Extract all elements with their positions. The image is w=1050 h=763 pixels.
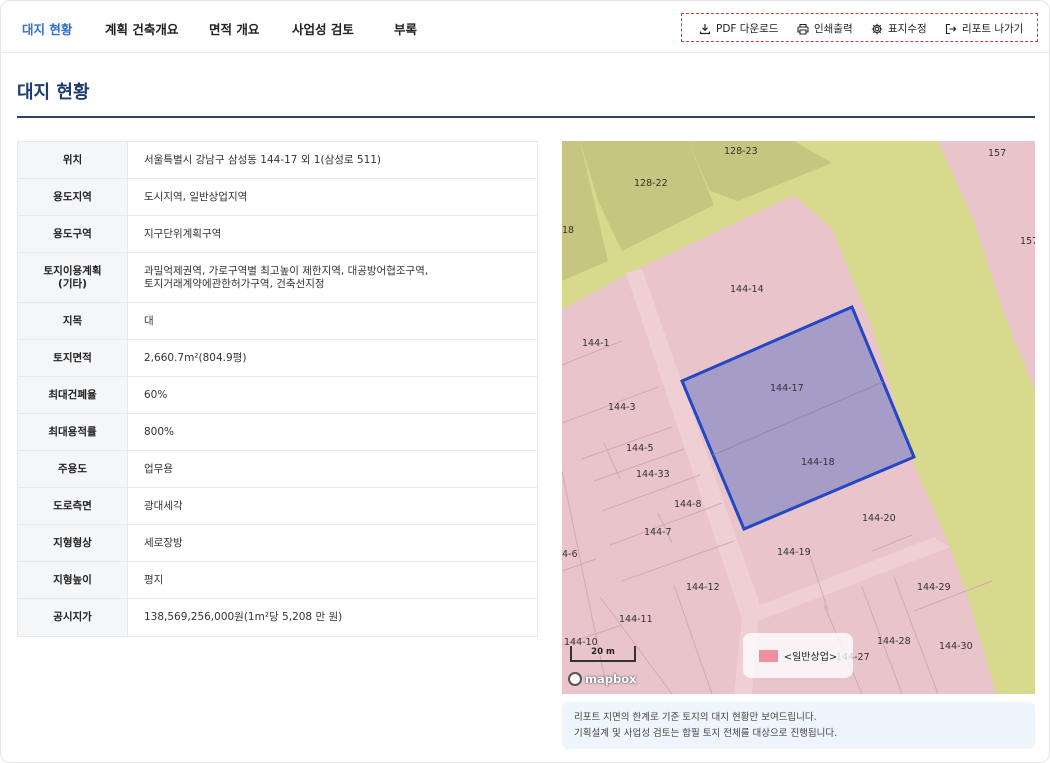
parcel-label: 18 xyxy=(562,225,574,236)
map-legend: <일반상업> xyxy=(743,633,853,678)
table-row: 용도지역 도시지역, 일반상업지역 xyxy=(18,179,537,216)
tab-feasibility[interactable]: 사업성 검토 xyxy=(292,19,354,38)
parcel-label: 144-20 xyxy=(862,513,896,524)
report-frame: 대지 현황 계획 건축개요 면적 개요 사업성 검토 부록 PDF 다운로드 인… xyxy=(0,0,1050,763)
pdf-download-label: PDF 다운로드 xyxy=(716,23,779,35)
row-value: 2,660.7m²(804.9평) xyxy=(144,351,247,364)
parcel-label: 144-8 xyxy=(674,499,702,510)
table-row: 최대용적률 800% xyxy=(18,414,537,451)
row-value: 광대세각 xyxy=(144,499,183,512)
row-value: 세로장방 xyxy=(144,536,183,549)
row-label: 주용도 xyxy=(18,451,128,487)
edit-cover-label: 표지수정 xyxy=(888,23,927,35)
legend-label: <일반상업> xyxy=(783,652,838,663)
exit-report-button[interactable]: 리포트 나가기 xyxy=(945,21,1023,36)
row-label: 지목 xyxy=(18,303,128,339)
row-value: 평지 xyxy=(144,573,164,586)
row-value: 138,569,256,000원(1m²당 5,208 만 원) xyxy=(144,611,343,623)
parcel-label: 157 xyxy=(988,148,1006,159)
row-value: 지구단위계획구역 xyxy=(144,227,222,240)
tab-plan-overview[interactable]: 계획 건축개요 xyxy=(105,19,178,38)
row-value: 서울특별시 강남구 삼성동 144-17 외 1(삼성로 511) xyxy=(144,153,382,166)
table-row: 최대건폐율 60% xyxy=(18,377,537,414)
title-divider xyxy=(17,116,1035,118)
parcel-label: 144-11 xyxy=(619,614,653,625)
row-value: 업무용 xyxy=(144,462,173,475)
parcel-label: 144-28 xyxy=(877,636,911,647)
parcel-label: 144-18 xyxy=(801,457,835,468)
scale-label: 20 m xyxy=(591,647,615,657)
table-row: 용도구역 지구단위계획구역 xyxy=(18,216,537,253)
report-actions: PDF 다운로드 인쇄출력 표지수정 리포트 나가기 xyxy=(681,13,1038,42)
parcel-label: 157 xyxy=(1020,236,1035,247)
row-label: 지형높이 xyxy=(18,562,128,598)
table-row: 토지이용계획 (기타) 과밀억제권역, 가로구역별 최고높이 제한지역, 대공방… xyxy=(18,253,537,303)
row-label: 지형형상 xyxy=(18,525,128,561)
page-title: 대지 현황 xyxy=(17,82,90,103)
parcel-label: 144-5 xyxy=(626,443,654,454)
parcel-label: 144-14 xyxy=(730,284,764,295)
row-label: 용도지역 xyxy=(18,179,128,215)
exit-icon xyxy=(945,23,957,34)
parcel-label: 144-7 xyxy=(644,527,672,538)
parcel-label: 144-19 xyxy=(777,547,811,558)
parcel-label: 144-3 xyxy=(608,402,636,413)
parcel-label: 144-12 xyxy=(686,582,720,593)
row-label: 최대건폐율 xyxy=(18,377,128,413)
table-row: 토지면적 2,660.7m²(804.9평) xyxy=(18,340,537,377)
tab-appendix[interactable]: 부록 xyxy=(394,19,417,38)
note-line-2: 기획설계 및 사업성 검토는 합필 토지 전체를 대상으로 진행됩니다. xyxy=(574,728,838,739)
row-label: 최대용적률 xyxy=(18,414,128,450)
scale-bar: 20 m xyxy=(570,646,636,662)
table-row: 도로측면 광대세각 xyxy=(18,488,537,525)
parcel-label: 144-30 xyxy=(939,641,973,652)
exit-report-label: 리포트 나가기 xyxy=(962,23,1024,35)
row-value: 도시지역, 일반상업지역 xyxy=(144,190,248,203)
site-info-table: 위치 서울특별시 강남구 삼성동 144-17 외 1(삼성로 511) 용도지… xyxy=(17,141,538,637)
row-label: 도로측면 xyxy=(18,488,128,524)
row-label: 토지면적 xyxy=(18,340,128,376)
row-label: 위치 xyxy=(18,142,128,178)
parcel-label: 144-29 xyxy=(917,582,951,593)
edit-cover-button[interactable]: 표지수정 xyxy=(871,21,927,36)
mapbox-wordmark: mapbox xyxy=(585,672,637,686)
row-label: 토지이용계획 (기타) xyxy=(18,253,128,302)
table-row: 공시지가 138,569,256,000원(1m²당 5,208 만 원) xyxy=(18,599,537,636)
row-value: 60% xyxy=(144,388,168,401)
row-value: 800% xyxy=(144,425,175,438)
gear-icon xyxy=(871,23,883,34)
printer-icon xyxy=(797,23,809,35)
pdf-download-button[interactable]: PDF 다운로드 xyxy=(699,21,778,36)
cadastral-map[interactable]: 128-23 128-22 157 157 18 144-14 144-1 14… xyxy=(562,141,1035,694)
table-row: 지목 대 xyxy=(18,303,537,340)
print-label: 인쇄출력 xyxy=(814,23,853,35)
table-row: 지형형상 세로장방 xyxy=(18,525,537,562)
top-nav: 대지 현황 계획 건축개요 면적 개요 사업성 검토 부록 PDF 다운로드 인… xyxy=(1,1,1049,53)
print-button[interactable]: 인쇄출력 xyxy=(797,21,853,36)
legend-swatch xyxy=(758,649,778,662)
note-line-1: 리포트 지면의 한계로 기준 토지의 대지 현황만 보여드립니다. xyxy=(574,712,817,723)
table-row: 위치 서울특별시 강남구 삼성동 144-17 외 1(삼성로 511) xyxy=(18,142,537,179)
row-label: 용도구역 xyxy=(18,216,128,252)
parcel-label: 144-33 xyxy=(636,469,670,480)
info-note: 리포트 지면의 한계로 기준 토지의 대지 현황만 보여드립니다. 기획설계 및… xyxy=(562,702,1035,749)
table-row: 지형높이 평지 xyxy=(18,562,537,599)
download-icon xyxy=(699,23,711,34)
parcel-label: 4-6 xyxy=(562,549,578,560)
table-row: 주용도 업무용 xyxy=(18,451,537,488)
mapbox-logo-icon xyxy=(568,672,582,686)
parcel-label: 128-23 xyxy=(724,146,758,157)
tab-site-status[interactable]: 대지 현황 xyxy=(22,19,72,38)
parcel-label: 128-22 xyxy=(634,178,668,189)
parcel-label: 144-1 xyxy=(582,338,610,349)
parcel-label: 144-17 xyxy=(770,383,804,394)
row-label: 공시지가 xyxy=(18,599,128,636)
map-canvas[interactable]: 128-23 128-22 157 157 18 144-14 144-1 14… xyxy=(562,141,1035,694)
mapbox-attribution[interactable]: mapbox xyxy=(568,672,637,686)
tab-area-overview[interactable]: 면적 개요 xyxy=(209,19,259,38)
row-value: 대 xyxy=(144,314,154,327)
row-value: 과밀억제권역, 가로구역별 최고높이 제한지역, 대공방어협조구역, 토지거래계… xyxy=(144,264,429,290)
